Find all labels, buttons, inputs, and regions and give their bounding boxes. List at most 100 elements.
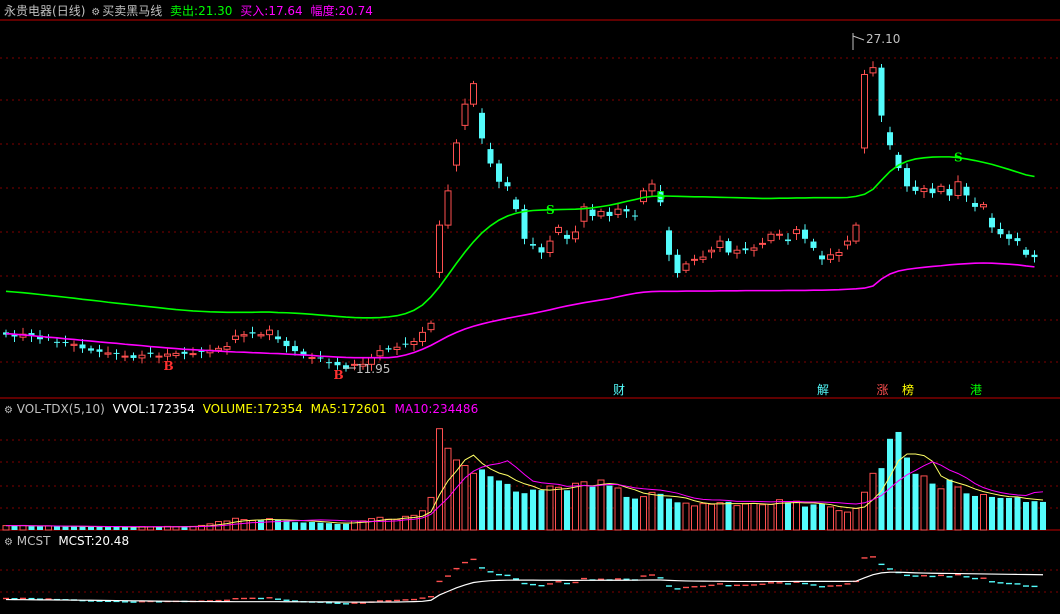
- volume-bar-down: [504, 483, 511, 530]
- period-label: (日线): [52, 4, 86, 18]
- mcst-settings-gear-icon[interactable]: ⚙: [4, 537, 13, 548]
- event-tag: 涨: [877, 382, 889, 397]
- volume-bar-down: [997, 497, 1004, 530]
- volume-settings-gear-icon[interactable]: ⚙: [4, 405, 13, 416]
- candle-body-down: [147, 352, 154, 354]
- volume-bar-down: [326, 523, 332, 530]
- candle-body-up: [776, 233, 783, 236]
- volume-bar-down: [929, 483, 936, 530]
- volume-bar-down: [521, 493, 528, 530]
- candle-body-up: [852, 224, 860, 242]
- volume-bar-down: [1014, 497, 1021, 530]
- candle-body-up: [223, 346, 231, 350]
- volume-bar-up: [419, 510, 426, 531]
- event-tag: 解: [817, 383, 829, 397]
- candle-body-up: [827, 254, 834, 260]
- volume-bar-down: [79, 526, 86, 530]
- volume-bar-down: [564, 490, 570, 530]
- volume-bar-down: [530, 489, 536, 530]
- candle-body-up: [189, 353, 197, 356]
- volume-bar-up: [750, 502, 758, 531]
- volume-bar-down: [887, 438, 893, 530]
- candle-body-down: [79, 344, 86, 349]
- main-panel-header: 永贵电器(日线) ⚙ 买卖黑马线 卖出:21.30 买入:17.64 幅度:20.…: [4, 4, 373, 20]
- buy-line: [5, 262, 1035, 359]
- candle-body-down: [725, 241, 732, 253]
- candle-body-down: [62, 341, 69, 343]
- candle-body-up: [376, 350, 384, 357]
- volume-bar-up: [835, 510, 843, 531]
- candle-body-down: [666, 230, 672, 255]
- candle-body-up: [215, 347, 222, 351]
- volume-bar-down: [972, 495, 978, 530]
- volume-bar-up: [852, 508, 860, 531]
- candle-body-down: [275, 336, 281, 340]
- vvol-value: 172354: [149, 402, 195, 416]
- candle-body-down: [887, 132, 893, 146]
- indicator-name[interactable]: 买卖黑马线: [102, 4, 162, 18]
- volume-bar-down: [657, 493, 664, 530]
- high-marker-pointer: [852, 35, 865, 41]
- candle-body-down: [96, 349, 103, 352]
- candle-body-up: [444, 190, 452, 226]
- volume-indicator-name[interactable]: VOL-TDX(5,10): [17, 402, 105, 416]
- volume-bar-down: [963, 493, 970, 530]
- candle-body-up: [750, 247, 758, 251]
- candle-body-down: [606, 211, 613, 216]
- volume-bar-up: [640, 496, 647, 531]
- candle-body-down: [181, 351, 188, 354]
- volume-value: 172354: [256, 402, 303, 416]
- volume-bar-down: [878, 468, 885, 530]
- candle-body-down: [130, 355, 137, 358]
- volume-bar-down: [810, 504, 817, 530]
- volume-bar-up: [368, 518, 375, 531]
- candle-body-down: [904, 168, 910, 187]
- settings-gear-icon[interactable]: ⚙: [91, 7, 100, 18]
- signal-sell-marker: S: [954, 151, 963, 165]
- volume-bar-down: [309, 522, 315, 530]
- candle-body-up: [861, 73, 868, 149]
- volume-bar-down: [113, 526, 120, 530]
- candle-body-down: [402, 343, 409, 345]
- candle-body-down: [632, 215, 638, 217]
- ma10-label: MA10:: [394, 402, 433, 416]
- candle-body-up: [980, 204, 987, 208]
- volume-bar-down: [292, 522, 298, 530]
- mcst-panel-header: ⚙ MCST MCST:20.48: [4, 534, 129, 550]
- volume-bar-up: [597, 479, 605, 531]
- volume-bar-down: [912, 473, 919, 530]
- volume-bar-up: [546, 485, 554, 531]
- volume-bar-down: [785, 502, 791, 530]
- volume-bar-up: [572, 482, 579, 531]
- candle-body-up: [767, 233, 775, 242]
- volume-bar-down: [989, 496, 995, 530]
- candle-body-up: [733, 249, 741, 254]
- candle-body-down: [249, 332, 256, 334]
- candle-body-up: [682, 263, 690, 271]
- volume-bar-down: [343, 523, 349, 530]
- candle-body-up: [436, 224, 443, 273]
- chart-canvas[interactable]: BBSSSB财解涨榜港: [0, 0, 1060, 614]
- candle-body-down: [334, 361, 341, 366]
- candle-body-down: [623, 209, 630, 212]
- candle-body-down: [912, 186, 919, 191]
- mcst-indicator-name[interactable]: MCST: [17, 534, 51, 548]
- volume-bar-up: [980, 493, 987, 531]
- candle-body-down: [504, 182, 511, 187]
- signal-buy-marker: B: [334, 368, 344, 382]
- stock-name: 永贵电器: [4, 4, 53, 18]
- candle-body-down: [317, 357, 324, 359]
- volume-bar-up: [266, 518, 273, 531]
- candle-body-up: [155, 355, 163, 358]
- volume-bar-up: [2, 525, 10, 531]
- candle-body-up: [104, 352, 112, 355]
- volume-bar-up: [376, 516, 384, 531]
- candle-body-down: [742, 248, 749, 251]
- candle-body-down: [292, 346, 298, 352]
- volume-bar-up: [691, 505, 698, 531]
- candle-body-up: [835, 252, 843, 256]
- volume-bar-up: [742, 503, 749, 531]
- volume-bar-down: [802, 506, 808, 530]
- volume-bar-down: [130, 527, 137, 530]
- candle-body-up: [691, 258, 698, 261]
